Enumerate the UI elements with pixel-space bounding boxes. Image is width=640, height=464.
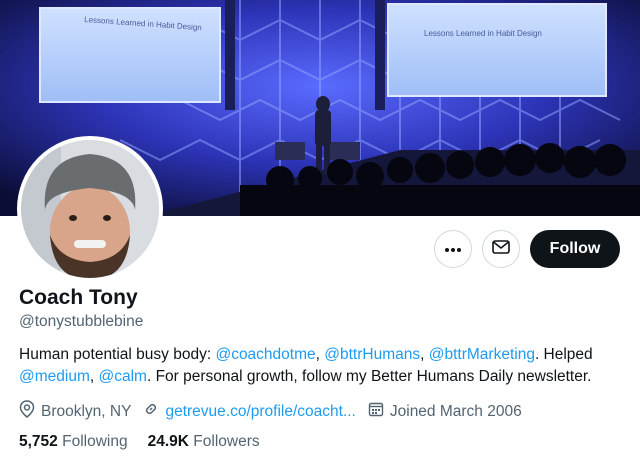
bio-text: Human potential busy body: [19,346,216,363]
website-link[interactable]: getrevue.co/profile/coacht... [165,403,355,421]
location-item: Brooklyn, NY [19,400,131,423]
message-button[interactable] [482,230,520,268]
followers-label: Followers [193,433,260,450]
mention-link[interactable]: @bttrHumans [324,346,420,363]
mention-link[interactable]: @medium [19,368,90,385]
mention-link[interactable]: @coachdotme [215,346,315,363]
location-pin-icon [19,400,41,423]
bio-text: , [420,346,429,363]
envelope-icon [492,239,510,259]
more-button[interactable] [434,230,472,268]
following-label: Following [62,433,128,450]
mention-link[interactable]: @bttrMarketing [429,346,535,363]
followers-stat[interactable]: 24.9K Followers [148,433,260,451]
website-item[interactable]: getrevue.co/profile/coacht... [143,401,356,422]
joined-item: Joined March 2006 [368,401,522,422]
joined-text: Joined March 2006 [389,402,522,420]
bio-text: , [89,368,99,385]
following-count: 5,752 [19,433,58,450]
following-stat[interactable]: 5,752 Following [19,433,128,451]
profile-bio: Human potential busy body: @coachdotme, … [19,344,629,388]
link-icon [143,401,165,422]
bio-text: . Helped [534,346,593,363]
bio-text: . For personal growth, follow my Better … [146,368,592,385]
more-dots-icon [444,240,462,258]
profile-handle: @tonystubblebine [19,313,144,330]
slide-right-title: Lessons Learned in Habit Design [424,29,542,38]
mention-link[interactable]: @calm [99,368,147,385]
profile-stats: 5,752 Following 24.9K Followers [19,433,280,451]
avatar[interactable] [17,136,163,282]
profile-actions: Follow [434,230,620,268]
follow-button[interactable]: Follow [530,230,620,268]
bio-text: , [315,346,325,363]
profile-meta: Brooklyn, NY getrevue.co/profile/coacht.… [19,400,534,423]
location-text: Brooklyn, NY [41,402,132,420]
profile-name: Coach Tony [19,286,138,309]
followers-count: 24.9K [147,433,189,450]
calendar-icon [368,401,390,422]
